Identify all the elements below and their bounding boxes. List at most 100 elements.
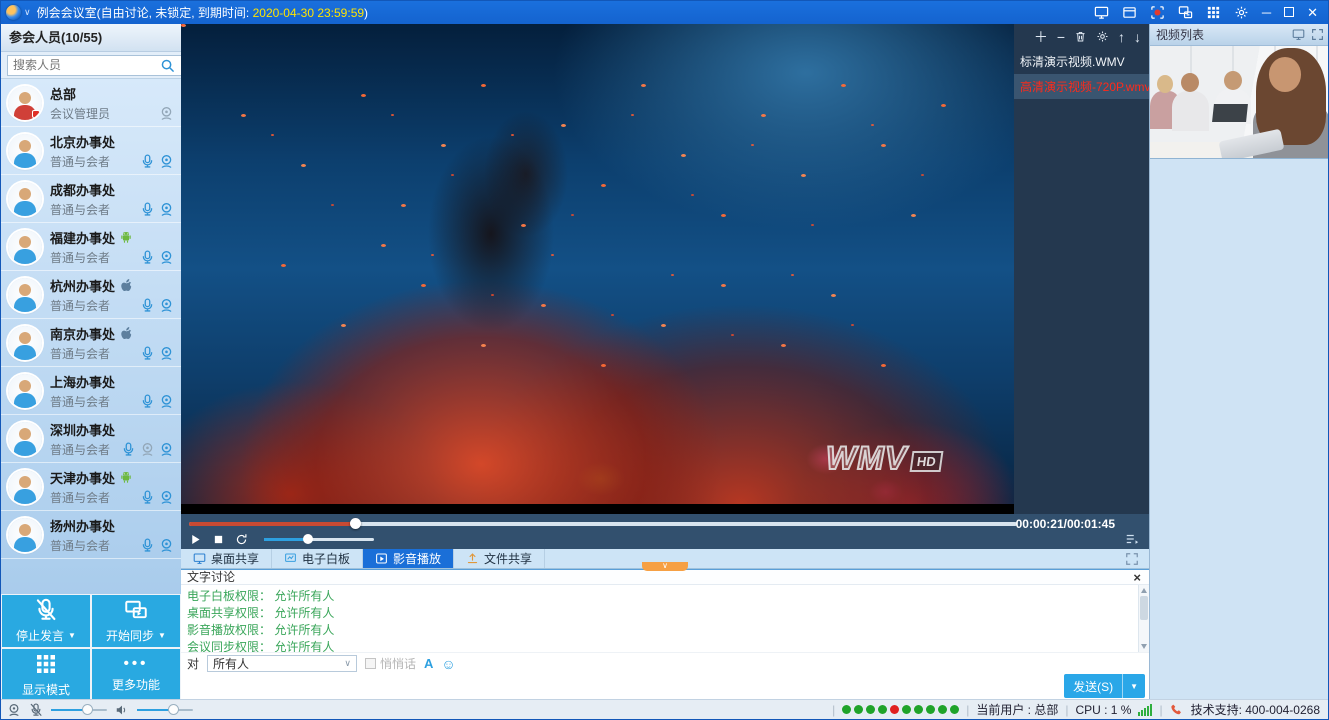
webcam-icon[interactable] [159,346,174,361]
participant-name: 福建办事处 [50,228,115,247]
tab-desktop-share[interactable]: 桌面共享 [181,549,272,568]
search-icon[interactable] [160,58,175,73]
mic-icon[interactable] [140,202,155,217]
fullscreen-icon[interactable] [1125,552,1139,566]
window-title: 例会会议室(自由讨论, 未锁定, 到期时间: 2020-04-30 23:59:… [37,4,368,21]
scroll-down-icon[interactable] [1141,644,1147,649]
maximize-button[interactable] [1284,6,1294,19]
volume-handle[interactable] [303,534,313,544]
participant-row[interactable]: 总部 会议管理员 [1,79,181,127]
mic-icon[interactable] [140,298,155,313]
mic-muted-status-icon[interactable] [29,703,43,717]
whisper-checkbox[interactable] [365,658,376,669]
participant-row[interactable]: 上海办事处 普通与会者 [1,367,181,415]
mic-icon[interactable] [140,346,155,361]
emoji-button[interactable]: ☺ [441,657,455,671]
mic-volume-slider[interactable] [51,709,107,711]
mic-icon[interactable] [140,394,155,409]
search-input[interactable] [7,55,182,76]
playlist-toggle-icon[interactable] [1125,532,1139,546]
webcam-icon[interactable] [159,538,174,553]
dropdown-caret-icon[interactable]: ▼ [68,631,76,640]
mic-icon[interactable] [140,154,155,169]
participant-row[interactable]: 深圳办事处 普通与会者 [1,415,181,463]
record-icon[interactable] [1150,5,1165,20]
settings-gear-icon[interactable] [1234,5,1249,20]
seek-bar[interactable] [189,522,1017,526]
tab-whiteboard[interactable]: 电子白板 [272,549,363,568]
mic-icon[interactable] [140,538,155,553]
playlist-add-icon[interactable]: ＋ [1034,31,1048,43]
window-mode-icon[interactable] [1122,5,1137,20]
participant-row[interactable]: 天津办事处 普通与会者 [1,463,181,511]
send-button[interactable]: 发送(S) ▼ [1064,674,1145,698]
speaker-icon[interactable] [115,703,129,717]
font-style-button[interactable]: A [424,656,433,671]
participant-row[interactable]: 福建办事处 普通与会者 [1,223,181,271]
dropdown-caret-icon[interactable]: ▼ [158,631,166,640]
video-thumbnail-3[interactable] [1150,46,1329,159]
speaker-volume-slider[interactable] [137,709,193,711]
webcam-idle-icon[interactable] [159,106,174,121]
participant-row[interactable]: 扬州办事处 普通与会者 [1,511,181,559]
mic-icon[interactable] [140,250,155,265]
panel-expand-icon[interactable] [1311,28,1324,41]
webcam-icon[interactable] [159,202,174,217]
webcam-icon[interactable] [159,154,174,169]
tab-file-share[interactable]: 文件共享 [454,549,545,568]
connection-dot [854,705,863,714]
webcam-status-icon[interactable] [7,703,21,717]
playlist-item-selected[interactable]: 高清演示视频-720P.wmv 删除 [1014,74,1149,99]
network-share-icon[interactable] [1178,5,1193,20]
participant-list: 总部 会议管理员 北京办事处 普通与会者 成都办事处 普通与会者 [1,79,181,594]
mic-icon[interactable] [140,490,155,505]
playlist-move-down-icon[interactable]: ↓ [1134,31,1141,43]
mic-icon[interactable] [121,442,136,457]
playlist-move-up-icon[interactable]: ↑ [1118,31,1125,43]
scroll-thumb[interactable] [1140,596,1148,620]
chat-message: 会议同步权限： 允许所有人 [187,639,1133,652]
send-dropdown-icon[interactable]: ▼ [1123,682,1145,691]
avatar [8,374,42,408]
playlist-delete-icon[interactable] [1074,30,1087,43]
chat-scrollbar[interactable] [1138,585,1149,652]
logo-dropdown-icon[interactable]: ∨ [24,7,31,18]
chat-message: 电子白板权限： 允许所有人 [187,588,1133,605]
recipient-select[interactable]: 所有人∨ [207,655,357,672]
more-features-button[interactable]: ••• 更多功能 [92,649,180,701]
participant-row[interactable]: 杭州办事处 普通与会者 [1,271,181,319]
playlist-item[interactable]: 标清演示视频.WMV [1014,49,1149,74]
screen-share-icon[interactable] [1094,5,1109,20]
video-monitor-icon[interactable] [1292,28,1305,41]
participant-row[interactable]: 成都办事处 普通与会者 [1,175,181,223]
start-sync-button[interactable]: 开始同步▼ [92,595,180,647]
seek-handle[interactable] [350,518,361,529]
tab-media-playback[interactable]: 影音播放 [363,549,454,568]
webcam-icon[interactable] [159,490,174,505]
webcam-icon[interactable] [159,394,174,409]
connection-quality-dots [842,705,959,714]
layout-grid-icon[interactable] [1206,5,1221,20]
connection-dot [914,705,923,714]
play-button[interactable] [189,533,202,546]
close-button[interactable]: ✕ [1307,6,1318,19]
playlist-settings-icon[interactable] [1096,30,1109,43]
webcam-icon[interactable] [159,442,174,457]
stop-speaking-button[interactable]: 停止发言▼ [2,595,90,647]
participant-row[interactable]: 北京办事处 普通与会者 [1,127,181,175]
playlist-remove-icon[interactable]: − [1057,31,1065,43]
chat-input-area[interactable]: 发送(S) ▼ [181,674,1149,701]
repeat-button[interactable] [235,533,248,546]
webcam-icon[interactable] [159,298,174,313]
whisper-option[interactable]: 悄悄话 [365,655,416,672]
webcam-idle-icon[interactable] [140,442,155,457]
webcam-icon[interactable] [159,250,174,265]
chat-close-icon[interactable]: × [1133,570,1141,585]
stop-button[interactable] [212,533,225,546]
scroll-up-icon[interactable] [1141,588,1147,593]
participant-row[interactable]: 南京办事处 普通与会者 [1,319,181,367]
display-mode-button[interactable]: 显示模式 [2,649,90,701]
volume-slider[interactable] [264,538,374,541]
chat-collapse-handle[interactable]: ∨ [642,562,688,571]
minimize-button[interactable]: ─ [1262,6,1271,19]
